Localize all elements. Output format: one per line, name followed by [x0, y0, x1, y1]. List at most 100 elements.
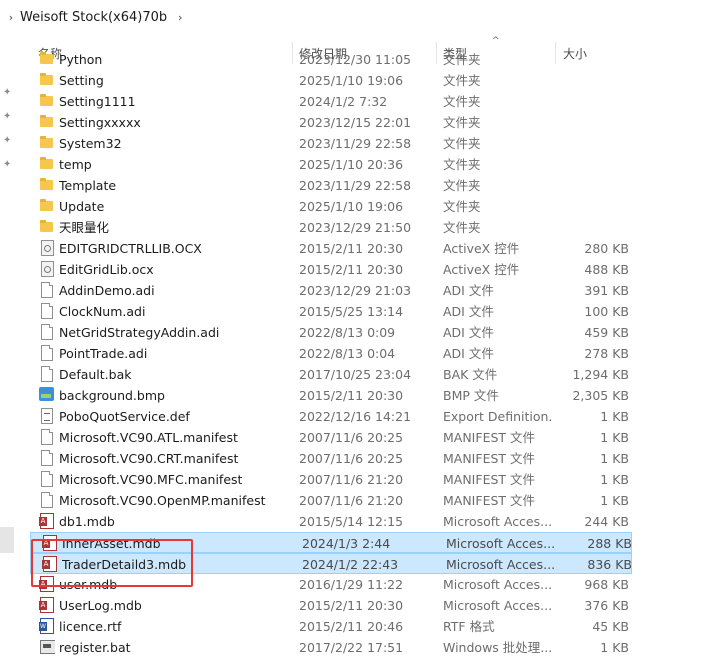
file-size: 1 KB: [600, 640, 629, 655]
file-name: PointTrade.adi: [59, 346, 148, 361]
folder-icon: [39, 177, 55, 193]
text-file-icon: [39, 408, 55, 424]
file-name: db1.mdb: [59, 514, 115, 529]
file-name: Update: [59, 199, 105, 214]
pin-icon[interactable]: ✦: [3, 88, 13, 98]
access-db-icon: [39, 513, 55, 529]
file-row[interactable]: Update 2025/1/10 19:06 文件夹: [28, 196, 633, 217]
file-row[interactable]: Template 2023/11/29 22:58 文件夹: [28, 175, 633, 196]
breadcrumb: › Weisoft Stock(x64)70b ›: [0, 0, 707, 34]
file-row[interactable]: 天眼量化 2023/12/29 21:50 文件夹: [28, 217, 633, 238]
file-row[interactable]: NetGridStrategyAddin.adi 2022/8/13 0:09 AD…: [28, 322, 633, 343]
file-name: Settingxxxxx: [59, 115, 141, 130]
file-type: ActiveX 控件: [443, 262, 520, 277]
access-db-icon: [39, 576, 55, 592]
file-size: 244 KB: [584, 514, 629, 529]
file-size: 1 KB: [600, 430, 629, 445]
file-row[interactable]: Microsoft.VC90.ATL.manifest 2007/11/6 20:…: [28, 427, 633, 448]
file-row[interactable]: licence.rtf 2015/2/11 20:46 RTF 格式 45 KB: [28, 616, 633, 637]
file-type: 文件夹: [443, 94, 481, 109]
file-type: 文件夹: [443, 199, 481, 214]
file-modified-date: 2015/2/11 20:30: [299, 241, 404, 256]
file-row[interactable]: EDITGRIDCTRLLIB.OCX 2015/2/11 20:30 Active…: [28, 238, 633, 259]
file-modified-date: 2007/11/6 21:20: [299, 493, 404, 508]
folder-icon: [39, 135, 55, 151]
file-size: [548, 133, 629, 154]
file-row[interactable]: temp 2025/1/10 20:36 文件夹: [28, 154, 633, 175]
file-size: [548, 175, 629, 196]
file-size: 100 KB: [584, 304, 629, 319]
access-db-icon: [42, 535, 58, 551]
file-name: Microsoft.VC90.CRT.manifest: [59, 451, 239, 466]
file-type: 文件夹: [443, 136, 481, 151]
file-row[interactable]: user.mdb 2016/1/29 11:22 Microsoft Acces..…: [28, 574, 633, 595]
file-row[interactable]: Microsoft.VC90.OpenMP.manifest 2007/11/6 …: [28, 490, 633, 511]
file-row[interactable]: UserLog.mdb 2015/2/11 20:30 Microsoft Acce…: [28, 595, 633, 616]
file-type: ActiveX 控件: [443, 241, 520, 256]
file-name: Python: [59, 52, 103, 67]
file-row[interactable]: Microsoft.VC90.MFC.manifest 2007/11/6 21:…: [28, 469, 633, 490]
file-type: Microsoft Acces...: [443, 598, 551, 613]
file-row[interactable]: Setting 2025/1/10 19:06 文件夹: [28, 70, 633, 91]
file-size: 1,294 KB: [572, 367, 629, 382]
file-size: [548, 70, 629, 91]
file-icon: [39, 345, 55, 361]
file-row[interactable]: Microsoft.VC90.CRT.manifest 2007/11/6 20:…: [28, 448, 633, 469]
file-row[interactable]: Setting1111 2024/1/2 7:32 文件夹: [28, 91, 633, 112]
file-modified-date: 2023/12/30 11:05: [299, 52, 412, 67]
file-row[interactable]: register.bat 2017/2/22 17:51 Windows 批处理..…: [28, 637, 633, 658]
file-icon: [39, 429, 55, 445]
file-type: Microsoft Acces...: [446, 557, 554, 572]
file-modified-date: 2023/11/29 22:58: [299, 178, 412, 193]
file-row[interactable]: AddinDemo.adi 2023/12/29 21:03 ADI 文件 391 K…: [28, 280, 633, 301]
image-icon: [39, 387, 55, 403]
navigation-pane: ✦ ✦ ✦ ✦: [0, 34, 28, 666]
file-size: [548, 217, 629, 238]
file-row[interactable]: db1.mdb 2015/5/14 12:15 Microsoft Acces...…: [28, 511, 633, 532]
file-row[interactable]: Default.bak 2017/10/25 23:04 BAK 文件 1,294 K…: [28, 364, 633, 385]
pin-icon[interactable]: ✦: [3, 112, 13, 122]
file-name: EDITGRIDCTRLLIB.OCX: [59, 241, 202, 256]
file-row[interactable]: ClockNum.adi 2015/5/25 13:14 ADI 文件 100 KB: [28, 301, 633, 322]
file-row[interactable]: EditGridLib.ocx 2015/2/11 20:30 ActiveX 控件…: [28, 259, 633, 280]
file-type: Export Definition...: [443, 409, 551, 424]
folder-icon: [39, 219, 55, 235]
file-modified-date: 2022/8/13 0:04: [299, 346, 396, 361]
file-modified-date: 2023/12/29 21:50: [299, 220, 412, 235]
pin-icon[interactable]: ✦: [3, 160, 13, 170]
file-name: EditGridLib.ocx: [59, 262, 154, 277]
file-type: Microsoft Acces...: [443, 514, 551, 529]
file-type: 文件夹: [443, 73, 481, 88]
file-name: user.mdb: [59, 577, 118, 592]
file-row[interactable]: System32 2023/11/29 22:58 文件夹: [28, 133, 633, 154]
access-db-icon: [39, 597, 55, 613]
pin-icon[interactable]: ✦: [3, 136, 13, 146]
file-name: 天眼量化: [59, 220, 110, 235]
file-row[interactable]: background.bmp 2015/2/11 20:30 BMP 文件 2,305…: [28, 385, 633, 406]
chevron-right-icon[interactable]: ›: [173, 11, 187, 24]
file-size: 459 KB: [584, 325, 629, 340]
file-type: 文件夹: [443, 52, 481, 67]
file-modified-date: 2024/1/3 2:44: [302, 536, 391, 551]
breadcrumb-item[interactable]: Weisoft Stock(x64)70b: [20, 10, 167, 25]
file-row[interactable]: Settingxxxxx 2023/12/15 22:01 文件夹: [28, 112, 633, 133]
file-modified-date: 2022/12/16 14:21: [299, 409, 412, 424]
chevron-right-icon[interactable]: ›: [4, 11, 18, 24]
file-modified-date: 2015/5/25 13:14: [299, 304, 404, 319]
file-row[interactable]: Python 2023/12/30 11:05 文件夹: [28, 49, 633, 70]
file-row[interactable]: TraderDetaild3.mdb 2024/1/2 22:43 Microsof…: [30, 553, 632, 574]
file-row[interactable]: InnerAsset.mdb 2024/1/3 2:44 Microsoft Acc…: [30, 532, 632, 553]
word-doc-icon: [39, 618, 55, 634]
file-name: register.bat: [59, 640, 131, 655]
navigation-selected-item[interactable]: [0, 527, 14, 553]
file-name: background.bmp: [59, 388, 165, 403]
file-name: NetGridStrategyAddin.adi: [59, 325, 220, 340]
file-type: MANIFEST 文件: [443, 430, 536, 445]
file-type: BMP 文件: [443, 388, 499, 403]
file-row[interactable]: PoboQuotService.def 2022/12/16 14:21 Expor…: [28, 406, 633, 427]
folder-icon: [39, 198, 55, 214]
file-row[interactable]: PointTrade.adi 2022/8/13 0:04 ADI 文件 278 KB: [28, 343, 633, 364]
file-type: 文件夹: [443, 157, 481, 172]
file-name: Setting: [59, 73, 104, 88]
file-modified-date: 2015/5/14 12:15: [299, 514, 404, 529]
